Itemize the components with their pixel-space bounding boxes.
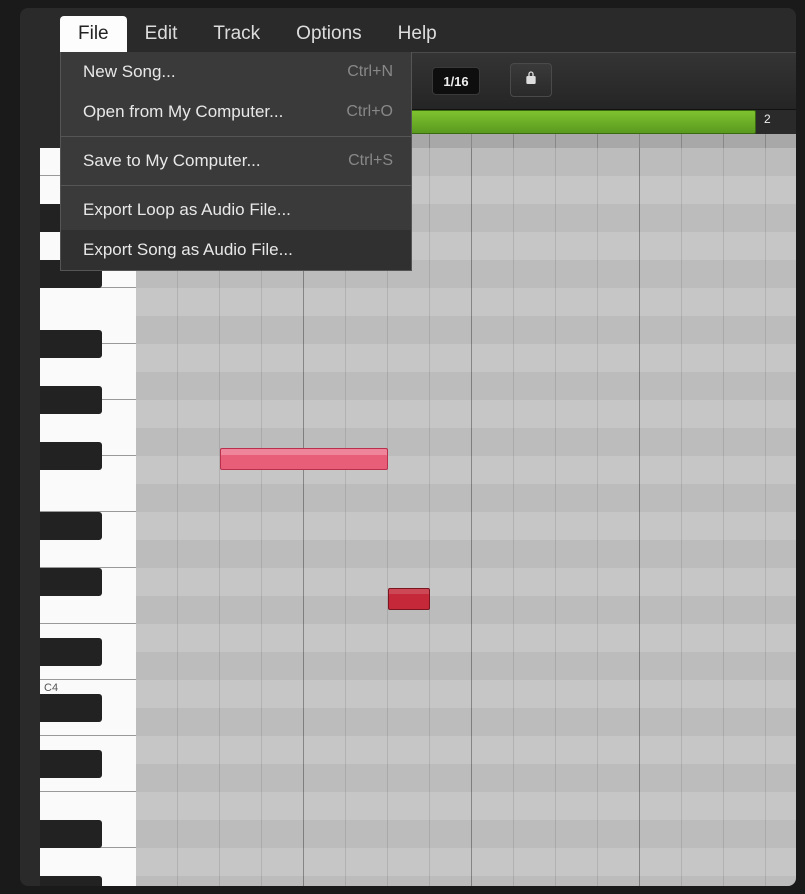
menu-item-export-loop[interactable]: Export Loop as Audio File...	[61, 190, 411, 230]
ruler-tick-label: 2	[764, 112, 771, 126]
menu-item-export-song[interactable]: Export Song as Audio File...	[61, 230, 411, 270]
lock-icon	[523, 70, 539, 91]
menu-item-save[interactable]: Save to My Computer... Ctrl+S	[61, 141, 411, 181]
piano-black-key[interactable]	[40, 330, 102, 358]
menubar: File Edit Track Options Help	[60, 16, 455, 52]
midi-note[interactable]	[220, 448, 388, 470]
menu-item-label: New Song...	[83, 62, 176, 82]
menu-options[interactable]: Options	[278, 16, 379, 52]
file-menu-dropdown: New Song... Ctrl+N Open from My Computer…	[60, 52, 412, 271]
piano-black-key[interactable]	[40, 876, 102, 886]
menu-edit[interactable]: Edit	[127, 16, 196, 52]
piano-black-key[interactable]	[40, 750, 102, 778]
key-label-c4: C4	[44, 682, 58, 694]
piano-black-key[interactable]	[40, 638, 102, 666]
menu-item-new-song[interactable]: New Song... Ctrl+N	[61, 52, 411, 92]
menu-item-label: Export Loop as Audio File...	[83, 200, 291, 220]
piano-black-key[interactable]	[40, 820, 102, 848]
snap-value[interactable]: 1/16	[432, 67, 480, 95]
menu-item-label: Open from My Computer...	[83, 102, 283, 122]
piano-black-key[interactable]	[40, 694, 102, 722]
menu-item-label: Export Song as Audio File...	[83, 240, 293, 260]
piano-black-key[interactable]	[40, 568, 102, 596]
menu-file[interactable]: File	[60, 16, 127, 52]
piano-black-key[interactable]	[40, 386, 102, 414]
menu-separator	[61, 136, 411, 137]
menu-track[interactable]: Track	[195, 16, 278, 52]
menu-help[interactable]: Help	[380, 16, 455, 52]
menu-separator	[61, 185, 411, 186]
lock-button[interactable]	[510, 63, 552, 97]
piano-black-key[interactable]	[40, 442, 102, 470]
piano-black-key[interactable]	[40, 512, 102, 540]
midi-note[interactable]	[388, 588, 430, 610]
menu-item-shortcut: Ctrl+O	[346, 103, 393, 121]
menu-item-shortcut: Ctrl+N	[347, 63, 393, 81]
menu-item-shortcut: Ctrl+S	[348, 152, 393, 170]
menu-item-open[interactable]: Open from My Computer... Ctrl+O	[61, 92, 411, 132]
app-window: 1/16 2 C5 C4	[20, 8, 796, 886]
menu-item-label: Save to My Computer...	[83, 151, 261, 171]
